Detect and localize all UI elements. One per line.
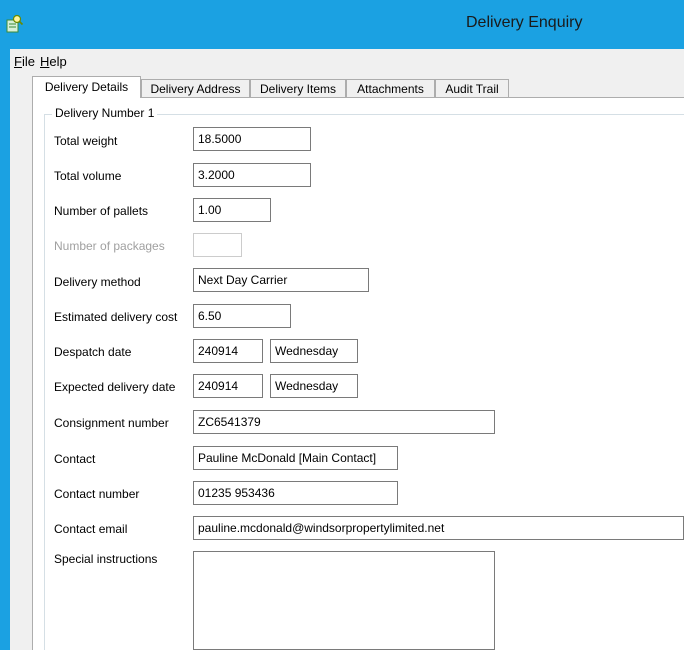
number-of-packages-field [193,233,242,257]
window-border [0,49,10,650]
tab-attachments[interactable]: Attachments [346,79,435,97]
tab-delivery-items[interactable]: Delivery Items [250,79,346,97]
menu-bar: File Help [10,50,684,70]
contact-number-field[interactable]: 01235 953436 [193,481,398,505]
expected-delivery-day-field: Wednesday [270,374,358,398]
contact-email-field[interactable]: pauline.mcdonald@windsorpropertylimited.… [193,516,684,540]
title-bar: Delivery Enquiry [0,0,684,49]
despatch-date-field[interactable]: 240914 [193,339,263,363]
menu-file-label: ile [21,54,35,69]
menu-file[interactable]: File [14,54,35,69]
number-of-pallets-field[interactable]: 1.00 [193,198,271,222]
contact-label: Contact [54,452,96,466]
total-weight-label: Total weight [54,134,118,148]
special-instructions-label: Special instructions [54,552,158,566]
tab-audit-trail[interactable]: Audit Trail [435,79,509,97]
estimated-delivery-cost-field[interactable]: 6.50 [193,304,291,328]
contact-number-label: Contact number [54,487,140,501]
despatch-day-field: Wednesday [270,339,358,363]
number-of-packages-label: Number of packages [54,239,165,253]
total-weight-field[interactable]: 18.5000 [193,127,311,151]
total-volume-field[interactable]: 3.2000 [193,163,311,187]
window-title: Delivery Enquiry [466,14,583,31]
delivery-method-label: Delivery method [54,275,141,289]
total-volume-label: Total volume [54,169,122,183]
despatch-date-label: Despatch date [54,345,132,359]
expected-delivery-date-field[interactable]: 240914 [193,374,263,398]
estimated-delivery-cost-label: Estimated delivery cost [54,310,178,324]
tab-delivery-details[interactable]: Delivery Details [32,76,141,98]
search-document-icon [6,14,24,33]
contact-email-label: Contact email [54,522,128,536]
tab-strip: Delivery Details Delivery Address Delive… [10,76,684,98]
consignment-number-field[interactable]: ZC6541379 [193,410,495,434]
tab-delivery-address[interactable]: Delivery Address [141,79,250,97]
menu-help[interactable]: Help [40,54,67,69]
expected-delivery-date-label: Expected delivery date [54,380,176,394]
group-legend: Delivery Number 1 [52,106,158,120]
special-instructions-textarea[interactable] [193,551,495,650]
delivery-method-field[interactable]: Next Day Carrier [193,268,369,292]
menu-help-mnemonic: H [40,54,50,69]
number-of-pallets-label: Number of pallets [54,204,149,218]
menu-file-mnemonic: F [14,54,22,69]
contact-field[interactable]: Pauline McDonald [Main Contact] [193,446,398,470]
menu-help-label: elp [49,54,67,69]
consignment-number-label: Consignment number [54,416,169,430]
